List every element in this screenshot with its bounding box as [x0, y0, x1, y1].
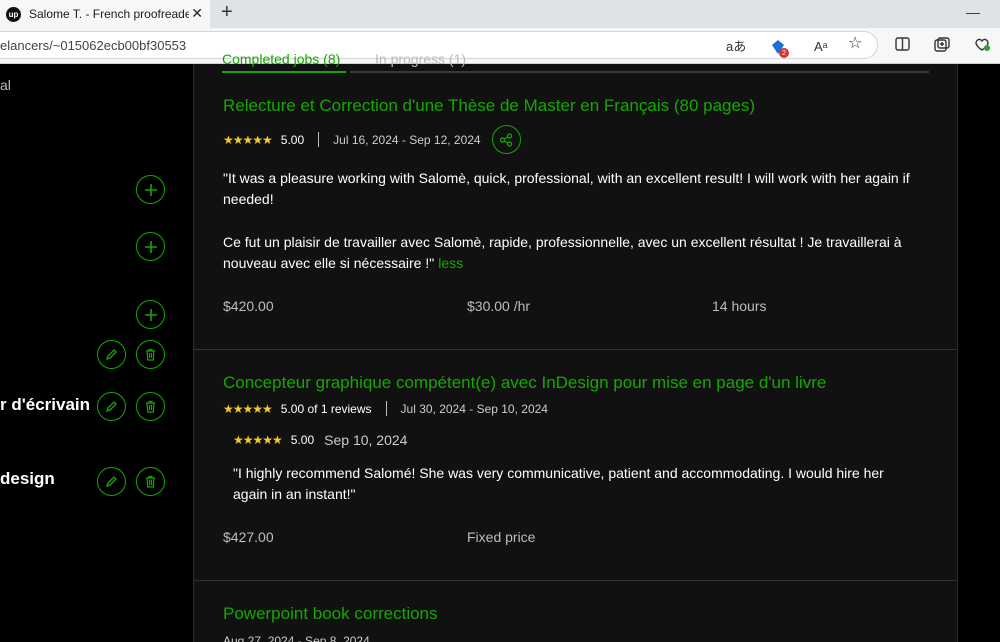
new-tab-button[interactable]: +	[221, 1, 233, 24]
job-divider	[194, 349, 957, 350]
job-dates: Aug 27, 2024 - Sep 8, 2024	[223, 634, 370, 642]
edit-button[interactable]	[97, 392, 126, 421]
plus-icon	[144, 240, 157, 253]
browser-tab[interactable]: up Salome T. - French proofreader & ✕	[0, 0, 210, 28]
url-text: elancers/~015062ecb00bf30553	[0, 38, 187, 53]
meta-separator	[318, 132, 320, 147]
rating-score: 5.00	[280, 132, 305, 147]
client-feedback: "I highly recommend Salomé! She was very…	[233, 465, 884, 502]
client-feedback-fr: Ce fut un plaisir de travailler avec Sal…	[223, 232, 923, 274]
job-earned: $427.00	[223, 529, 274, 545]
add-button[interactable]	[136, 232, 165, 261]
job-dates: Jul 16, 2024 - Sep 12, 2024	[333, 132, 481, 147]
rating-stars: ★★★★★	[223, 401, 273, 416]
delete-button[interactable]	[136, 392, 165, 421]
tab-completed-jobs[interactable]: Completed jobs (8)	[222, 51, 340, 67]
feedback-fr-text: Ce fut un plaisir de travailler avec Sal…	[223, 234, 902, 271]
profile-sidebar: al r d'écrivain design	[0, 64, 194, 642]
translate-icon[interactable]: aあ	[726, 40, 746, 54]
minimize-window-button[interactable]: —	[966, 4, 980, 20]
job-title-link[interactable]: Powerpoint book corrections	[223, 604, 438, 624]
job-dates: Jul 30, 2024 - Sep 10, 2024	[400, 401, 548, 416]
rating-score: 5.00 of 1 reviews	[280, 401, 372, 416]
pencil-icon	[105, 401, 117, 413]
job-meta: ★★★★★ 5.00 of 1 reviews Jul 30, 2024 - S…	[223, 401, 548, 416]
share-icon	[499, 132, 513, 147]
sidebar-item-label: r d'écrivain	[0, 395, 91, 414]
collections-icon[interactable]	[934, 37, 950, 55]
browser-tab-bar: up Salome T. - French proofreader & ✕ + …	[0, 0, 1000, 28]
tab-title: Salome T. - French proofreader &	[29, 7, 189, 21]
pencil-icon	[105, 476, 117, 488]
job-title-link[interactable]: Concepteur graphique compétent(e) avec I…	[223, 373, 826, 393]
job-type: Fixed price	[467, 529, 536, 545]
add-button[interactable]	[136, 175, 165, 204]
job-divider	[194, 580, 957, 581]
page-right-margin	[957, 64, 1000, 642]
client-feedback-en: "It was a pleasure working with Salomè, …	[223, 170, 910, 207]
read-aloud-icon[interactable]: Aᵃ	[814, 40, 828, 54]
upwork-favicon: up	[6, 6, 21, 22]
close-tab-icon[interactable]: ✕	[191, 5, 203, 22]
trash-icon	[146, 475, 155, 488]
meta-separator	[385, 401, 387, 416]
job-meta: ★★★★★ 5.00 Jul 16, 2024 - Sep 12, 2024	[223, 125, 521, 154]
job-hours: 14 hours	[712, 298, 767, 314]
edit-button[interactable]	[97, 340, 126, 369]
delete-button[interactable]	[136, 340, 165, 369]
trash-icon	[146, 348, 155, 361]
favorite-star-icon[interactable]: ☆	[848, 36, 862, 52]
sidebar-partial-label: al	[0, 77, 11, 93]
pencil-icon	[105, 349, 117, 361]
plus-icon	[144, 183, 157, 196]
review-rating-stars: ★★★★★	[233, 433, 283, 447]
add-button[interactable]	[136, 300, 165, 329]
work-history-tabs: Completed jobs (8) In progress (1)	[222, 51, 929, 67]
sidebar-item-label: design	[0, 469, 55, 488]
trash-icon	[146, 400, 155, 413]
job-title-link[interactable]: Relecture et Correction d'une Thèse de M…	[223, 96, 755, 116]
split-screen-icon[interactable]	[895, 37, 910, 54]
review-score: 5.00	[290, 433, 315, 447]
less-link[interactable]: less	[438, 255, 463, 271]
share-button[interactable]	[491, 125, 521, 154]
job-rate: $30.00 /hr	[467, 298, 531, 314]
review-meta: ★★★★★ 5.00 Sep 10, 2024	[233, 432, 407, 448]
job-earned: $420.00	[223, 298, 274, 314]
delete-button[interactable]	[136, 467, 165, 496]
plus-icon	[144, 308, 157, 321]
heart-pulse-icon[interactable]	[974, 37, 990, 55]
tab-in-progress[interactable]: In progress (1)	[375, 51, 466, 67]
active-tab-indicator	[222, 71, 346, 73]
review-date: Sep 10, 2024	[324, 432, 408, 448]
rating-stars: ★★★★★	[223, 132, 273, 147]
work-history-panel: Completed jobs (8) In progress (1) Relec…	[194, 51, 957, 642]
tab-underline	[350, 71, 929, 73]
edit-button[interactable]	[97, 467, 126, 496]
